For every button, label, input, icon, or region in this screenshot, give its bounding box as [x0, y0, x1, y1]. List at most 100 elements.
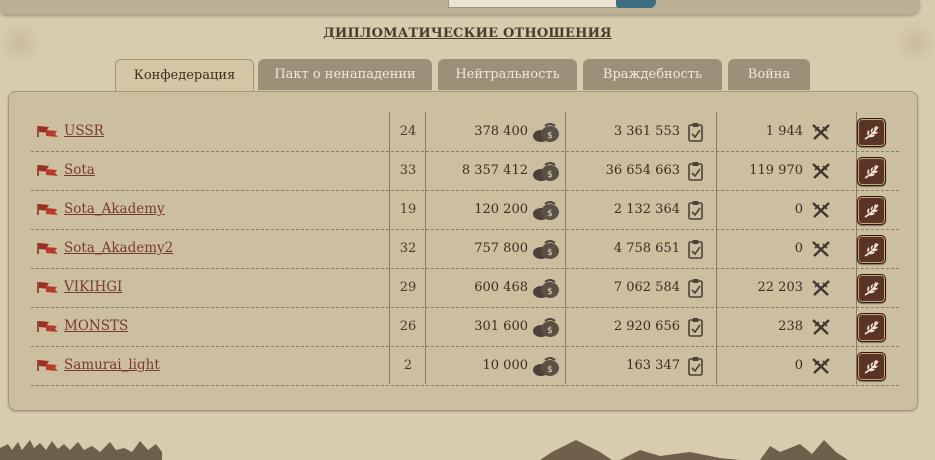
points-value: 600 468 [474, 280, 528, 295]
crossed-swords-icon [812, 241, 830, 257]
money-bag-icon: $ [533, 279, 559, 298]
territory-value: 7 062 584 [613, 280, 680, 295]
flag-icon [37, 360, 58, 371]
points-value: 301 600 [474, 319, 528, 334]
flag-icon [37, 126, 58, 137]
crossed-swords-icon [812, 202, 830, 218]
territory-value: 2 132 364 [613, 202, 680, 217]
kills-value: 0 [794, 241, 803, 256]
alliance-action-button[interactable] [857, 196, 886, 225]
laurel-icon [864, 360, 879, 374]
tab-confederation[interactable]: Конфедерация [115, 59, 254, 93]
flag-icon [37, 282, 58, 293]
alliance-name-link[interactable]: Sota [64, 151, 95, 190]
search-input[interactable] [448, 0, 618, 8]
alliance-action-button[interactable] [857, 274, 886, 303]
points-value: 8 357 412 [461, 163, 528, 178]
alliance-action-button[interactable] [857, 118, 886, 147]
svg-text:$: $ [547, 287, 553, 297]
territory-value: 2 920 656 [613, 319, 680, 334]
laurel-icon [864, 165, 879, 179]
members-count: 2 [403, 358, 413, 373]
svg-text:$: $ [547, 131, 553, 141]
svg-text:$: $ [547, 209, 553, 219]
alliance-name-link[interactable]: VIKIHGI [64, 268, 122, 307]
kills-value: 119 970 [749, 163, 803, 178]
footer-silhouette-decoration [0, 440, 848, 460]
kills-value: 0 [794, 202, 803, 217]
territory-value: 36 654 663 [605, 163, 680, 178]
alliance-name-link[interactable]: Sota_Akademy [64, 190, 165, 229]
kills-value: 238 [778, 319, 803, 334]
money-bag-icon: $ [533, 240, 559, 259]
clipboard-icon [688, 123, 703, 142]
points-value: 10 000 [482, 358, 529, 373]
kills-value: 1 944 [765, 124, 803, 139]
laurel-icon [864, 243, 879, 257]
laurel-icon [864, 282, 879, 296]
alliances-panel: USSR 24 378 400 $3 361 553 1 944 Sota 33 8 357 … [8, 91, 918, 411]
alliance-action-button[interactable] [857, 157, 886, 186]
alliance-name-link[interactable]: Sota_Akademy2 [64, 229, 173, 268]
alliance-name-link[interactable]: USSR [64, 112, 104, 151]
territory-value: 4 758 651 [613, 241, 680, 256]
laurel-icon [864, 204, 879, 218]
alliance-name-link[interactable]: Samurai_light [64, 346, 160, 385]
top-toolbar [0, 0, 920, 14]
members-count: 26 [399, 319, 417, 334]
svg-text:$: $ [547, 365, 553, 375]
kills-value: 22 203 [757, 280, 804, 295]
territory-value: 163 347 [626, 358, 680, 373]
points-value: 378 400 [474, 124, 528, 139]
money-bag-icon: $ [533, 162, 559, 181]
alliance-action-button[interactable] [857, 313, 886, 342]
members-count: 32 [399, 241, 417, 256]
table-row: Sota 33 8 357 412 $36 654 663 119 970 [31, 151, 899, 191]
tab-war[interactable]: Война [728, 59, 810, 90]
flag-icon [37, 165, 58, 176]
laurel-icon [864, 126, 879, 140]
clipboard-icon [688, 240, 703, 259]
crossed-swords-icon [812, 319, 830, 335]
clipboard-icon [688, 201, 703, 220]
clipboard-icon [688, 279, 703, 298]
clipboard-icon [688, 318, 703, 337]
territory-value: 3 361 553 [613, 124, 680, 139]
crossed-swords-icon [812, 280, 830, 296]
alliance-name-link[interactable]: MONSTS [64, 307, 128, 346]
table-row: Sota_Akademy2 32 757 800 $4 758 651 0 [31, 229, 899, 269]
crossed-swords-icon [812, 124, 830, 140]
alliance-action-button[interactable] [857, 235, 886, 264]
tab-hostility[interactable]: Враждебность [583, 59, 722, 90]
members-count: 24 [399, 124, 417, 139]
table-row: VIKIHGI 29 600 468 $7 062 584 22 203 [31, 268, 899, 308]
alliance-action-button[interactable] [857, 352, 886, 381]
svg-text:$: $ [547, 326, 553, 336]
clipboard-icon [688, 357, 703, 376]
svg-text:$: $ [547, 170, 553, 180]
members-count: 33 [399, 163, 417, 178]
table-row: USSR 24 378 400 $3 361 553 1 944 [31, 112, 899, 152]
table-row: MONSTS 26 301 600 $2 920 656 238 [31, 307, 899, 347]
crossed-swords-icon [812, 358, 830, 374]
points-value: 120 200 [474, 202, 528, 217]
table-row: Samurai_light 2 10 000 $163 347 0 [31, 346, 899, 386]
money-bag-icon: $ [533, 201, 559, 220]
money-bag-icon: $ [533, 318, 559, 337]
tab-neutrality[interactable]: Нейтральность [438, 59, 577, 90]
flag-icon [37, 321, 58, 332]
members-count: 19 [399, 202, 417, 217]
laurel-icon [864, 321, 879, 335]
flag-icon [37, 204, 58, 215]
kills-value: 0 [794, 358, 803, 373]
tab-non-aggression-pact[interactable]: Пакт о ненападении [258, 59, 432, 90]
search-button[interactable] [616, 0, 656, 8]
table-row: Sota_Akademy 19 120 200 $2 132 364 0 [31, 190, 899, 230]
page-title: ДИПЛОМАТИЧЕСКИЕ ОТНОШЕНИЯ [323, 26, 612, 41]
money-bag-icon: $ [533, 123, 559, 142]
money-bag-icon: $ [533, 357, 559, 376]
points-value: 757 800 [474, 241, 528, 256]
svg-text:$: $ [547, 248, 553, 258]
flag-icon [37, 243, 58, 254]
crossed-swords-icon [812, 163, 830, 179]
